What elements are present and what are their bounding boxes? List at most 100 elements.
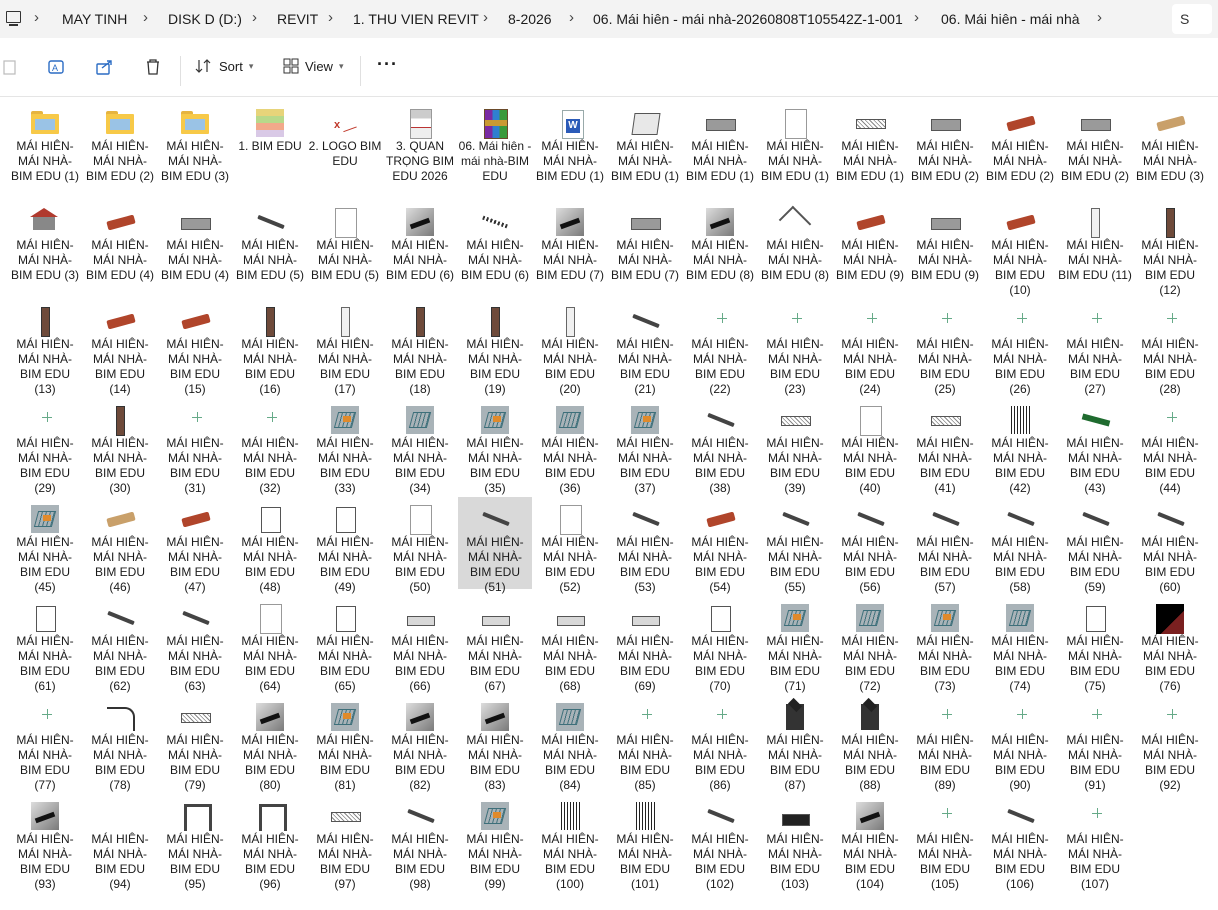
file-item[interactable]: MÁI HIÊN-MÁI NHÀ-BIM EDU (52) <box>533 497 607 594</box>
file-item[interactable]: MÁI HIÊN-MÁI NHÀ-BIM EDU (101) <box>608 794 682 891</box>
rename-button[interactable]: A <box>48 58 66 76</box>
file-item[interactable]: MÁI HIÊN-MÁI NHÀ-BIM EDU (66) <box>383 596 457 693</box>
file-item[interactable]: MÁI HIÊN-MÁI NHÀ-BIM EDU (81) <box>308 695 382 792</box>
file-item[interactable]: MÁI HIÊN-MÁI NHÀ-BIM EDU (56) <box>833 497 907 594</box>
chevron-right-icon[interactable]: › <box>252 9 257 26</box>
file-item[interactable]: MÁI HIÊN-MÁI NHÀ-BIM EDU (22) <box>683 299 757 396</box>
file-item[interactable]: MÁI HIÊN-MÁI NHÀ-BIM EDU (69) <box>608 596 682 693</box>
view-button[interactable]: View ▾ <box>283 58 343 74</box>
file-item[interactable]: MÁI HIÊN-MÁI NHÀ-BIM EDU (62) <box>83 596 157 693</box>
file-item[interactable]: MÁI HIÊN-MÁI NHÀ-BIM EDU (49) <box>308 497 382 594</box>
file-item[interactable]: MÁI HIÊN-MÁI NHÀ-BIM EDU (37) <box>608 398 682 495</box>
file-item[interactable]: MÁI HIÊN-MÁI NHÀ-BIM EDU (55) <box>758 497 832 594</box>
file-item[interactable]: MÁI HIÊN-MÁI NHÀ-BIM EDU (31) <box>158 398 232 495</box>
more-options-button[interactable]: ··· <box>377 54 398 75</box>
file-item[interactable]: MÁI HIÊN-MÁI NHÀ-BIM EDU (93) <box>8 794 82 891</box>
file-item[interactable]: MÁI HIÊN-MÁI NHÀ-BIM EDU (34) <box>383 398 457 495</box>
file-item[interactable]: 1. BIM EDU <box>233 101 307 193</box>
file-item[interactable]: MÁI HIÊN-MÁI NHÀ-BIM EDU (1) <box>683 101 757 193</box>
breadcrumb-item[interactable]: 06. Mái hiên - mái nhà <box>941 11 1080 27</box>
file-item[interactable]: MÁI HIÊN-MÁI NHÀ-BIM EDU (45) <box>8 497 82 594</box>
file-item[interactable]: MÁI HIÊN-MÁI NHÀ-BIM EDU (24) <box>833 299 907 396</box>
file-item[interactable]: MÁI HIÊN-MÁI NHÀ-BIM EDU (98) <box>383 794 457 891</box>
file-item[interactable]: MÁI HIÊN-MÁI NHÀ-BIM EDU (40) <box>833 398 907 495</box>
file-item[interactable]: MÁI HIÊN-MÁI NHÀ-BIM EDU (2) <box>908 101 982 193</box>
file-item[interactable]: MÁI HIÊN-MÁI NHÀ-BIM EDU (29) <box>8 398 82 495</box>
file-item[interactable]: MÁI HIÊN-MÁI NHÀ-BIM EDU (18) <box>383 299 457 396</box>
chevron-right-icon[interactable]: › <box>143 9 148 26</box>
file-item[interactable]: MÁI HIÊN-MÁI NHÀ-BIM EDU (80) <box>233 695 307 792</box>
file-item[interactable]: MÁI HIÊN-MÁI NHÀ-BIM EDU (67) <box>458 596 532 693</box>
file-item[interactable]: MÁI HIÊN-MÁI NHÀ-BIM EDU (8) <box>683 200 757 292</box>
file-item[interactable]: MÁI HIÊN-MÁI NHÀ-BIM EDU (12) <box>1133 200 1207 297</box>
file-item[interactable]: MÁI HIÊN-MÁI NHÀ-BIM EDU (35) <box>458 398 532 495</box>
file-item[interactable]: MÁI HIÊN-MÁI NHÀ-BIM EDU (51) <box>458 497 532 594</box>
file-item[interactable]: MÁI HIÊN-MÁI NHÀ-BIM EDU (39) <box>758 398 832 495</box>
computer-icon[interactable] <box>6 11 21 26</box>
breadcrumb-item[interactable]: REVIT <box>277 11 318 27</box>
file-item[interactable]: MÁI HIÊN-MÁI NHÀ-BIM EDU (54) <box>683 497 757 594</box>
file-item[interactable]: MÁI HIÊN-MÁI NHÀ-BIM EDU (97) <box>308 794 382 891</box>
file-item[interactable]: MÁI HIÊN-MÁI NHÀ-BIM EDU (11) <box>1058 200 1132 292</box>
breadcrumb-item[interactable]: MAY TINH <box>62 11 127 27</box>
file-item[interactable]: MÁI HIÊN-MÁI NHÀ-BIM EDU (23) <box>758 299 832 396</box>
file-item[interactable]: MÁI HIÊN-MÁI NHÀ-BIM EDU (88) <box>833 695 907 792</box>
file-item[interactable]: W MÁI HIÊN-MÁI NHÀ-BIM EDU (1) <box>533 101 607 193</box>
file-item[interactable]: MÁI HIÊN-MÁI NHÀ-BIM EDU (94) <box>83 794 157 891</box>
chevron-right-icon[interactable]: › <box>569 9 574 26</box>
file-item[interactable]: MÁI HIÊN-MÁI NHÀ-BIM EDU (91) <box>1058 695 1132 792</box>
file-item[interactable]: 06. Mái hiên - mái nhà-BIM EDU <box>458 101 532 193</box>
file-item[interactable]: MÁI HIÊN-MÁI NHÀ-BIM EDU (103) <box>758 794 832 891</box>
folder-item[interactable]: MÁI HIÊN-MÁI NHÀ-BIM EDU (1) <box>8 101 82 193</box>
file-item[interactable]: MÁI HIÊN-MÁI NHÀ-BIM EDU (90) <box>983 695 1057 792</box>
chevron-right-icon[interactable]: › <box>483 9 488 26</box>
file-item[interactable]: MÁI HIÊN-MÁI NHÀ-BIM EDU (72) <box>833 596 907 693</box>
paste-icon[interactable] <box>2 58 18 76</box>
file-item[interactable]: MÁI HIÊN-MÁI NHÀ-BIM EDU (76) <box>1133 596 1207 693</box>
file-item[interactable]: MÁI HIÊN-MÁI NHÀ-BIM EDU (70) <box>683 596 757 693</box>
file-item[interactable]: MÁI HIÊN-MÁI NHÀ-BIM EDU (61) <box>8 596 82 693</box>
file-item[interactable]: MÁI HIÊN-MÁI NHÀ-BIM EDU (65) <box>308 596 382 693</box>
file-item[interactable]: MÁI HIÊN-MÁI NHÀ-BIM EDU (86) <box>683 695 757 792</box>
file-item[interactable]: MÁI HIÊN-MÁI NHÀ-BIM EDU (74) <box>983 596 1057 693</box>
file-item[interactable]: MÁI HIÊN-MÁI NHÀ-BIM EDU (38) <box>683 398 757 495</box>
file-item[interactable]: MÁI HIÊN-MÁI NHÀ-BIM EDU (107) <box>1058 794 1132 891</box>
file-item[interactable]: MÁI HIÊN-MÁI NHÀ-BIM EDU (82) <box>383 695 457 792</box>
share-button[interactable] <box>96 58 114 76</box>
file-item[interactable]: MÁI HIÊN-MÁI NHÀ-BIM EDU (3) <box>1133 101 1207 193</box>
file-item[interactable]: MÁI HIÊN-MÁI NHÀ-BIM EDU (7) <box>533 200 607 292</box>
file-item[interactable]: MÁI HIÊN-MÁI NHÀ-BIM EDU (44) <box>1133 398 1207 495</box>
file-item[interactable]: MÁI HIÊN-MÁI NHÀ-BIM EDU (41) <box>908 398 982 495</box>
file-item[interactable]: MÁI HIÊN-MÁI NHÀ-BIM EDU (10) <box>983 200 1057 297</box>
file-item[interactable]: MÁI HIÊN-MÁI NHÀ-BIM EDU (58) <box>983 497 1057 594</box>
file-item[interactable]: MÁI HIÊN-MÁI NHÀ-BIM EDU (20) <box>533 299 607 396</box>
file-item[interactable]: MÁI HIÊN-MÁI NHÀ-BIM EDU (1) <box>758 101 832 193</box>
search-input[interactable]: S <box>1180 11 1189 27</box>
file-item[interactable]: MÁI HIÊN-MÁI NHÀ-BIM EDU (43) <box>1058 398 1132 495</box>
file-item[interactable]: MÁI HIÊN-MÁI NHÀ-BIM EDU (79) <box>158 695 232 792</box>
file-item[interactable]: MÁI HIÊN-MÁI NHÀ-BIM EDU (57) <box>908 497 982 594</box>
file-item[interactable]: 2. LOGO BIM EDU <box>308 101 382 193</box>
sort-button[interactable]: Sort ▾ <box>195 58 253 74</box>
file-item[interactable]: MÁI HIÊN-MÁI NHÀ-BIM EDU (1) <box>833 101 907 193</box>
file-item[interactable]: MÁI HIÊN-MÁI NHÀ-BIM EDU (46) <box>83 497 157 594</box>
file-item[interactable]: MÁI HIÊN-MÁI NHÀ-BIM EDU (25) <box>908 299 982 396</box>
file-item[interactable]: MÁI HIÊN-MÁI NHÀ-BIM EDU (30) <box>83 398 157 495</box>
delete-button[interactable] <box>144 58 162 76</box>
file-item[interactable]: MÁI HIÊN-MÁI NHÀ-BIM EDU (9) <box>833 200 907 292</box>
file-item[interactable]: MÁI HIÊN-MÁI NHÀ-BIM EDU (106) <box>983 794 1057 891</box>
file-item[interactable]: MÁI HIÊN-MÁI NHÀ-BIM EDU (28) <box>1133 299 1207 396</box>
file-item[interactable]: MÁI HIÊN-MÁI NHÀ-BIM EDU (2) <box>1058 101 1132 193</box>
file-item[interactable]: MÁI HIÊN-MÁI NHÀ-BIM EDU (83) <box>458 695 532 792</box>
file-item[interactable]: MÁI HIÊN-MÁI NHÀ-BIM EDU (92) <box>1133 695 1207 792</box>
file-item[interactable]: MÁI HIÊN-MÁI NHÀ-BIM EDU (102) <box>683 794 757 891</box>
file-item[interactable]: MÁI HIÊN-MÁI NHÀ-BIM EDU (4) <box>158 200 232 292</box>
file-item[interactable]: MÁI HIÊN-MÁI NHÀ-BIM EDU (5) <box>308 200 382 292</box>
file-item[interactable]: MÁI HIÊN-MÁI NHÀ-BIM EDU (89) <box>908 695 982 792</box>
file-item[interactable]: MÁI HIÊN-MÁI NHÀ-BIM EDU (68) <box>533 596 607 693</box>
file-item[interactable]: MÁI HIÊN-MÁI NHÀ-BIM EDU (71) <box>758 596 832 693</box>
file-item[interactable]: MÁI HIÊN-MÁI NHÀ-BIM EDU (15) <box>158 299 232 396</box>
file-item[interactable]: MÁI HIÊN-MÁI NHÀ-BIM EDU (21) <box>608 299 682 396</box>
file-item[interactable]: MÁI HIÊN-MÁI NHÀ-BIM EDU (2) <box>983 101 1057 193</box>
file-item[interactable]: MÁI HIÊN-MÁI NHÀ-BIM EDU (96) <box>233 794 307 891</box>
